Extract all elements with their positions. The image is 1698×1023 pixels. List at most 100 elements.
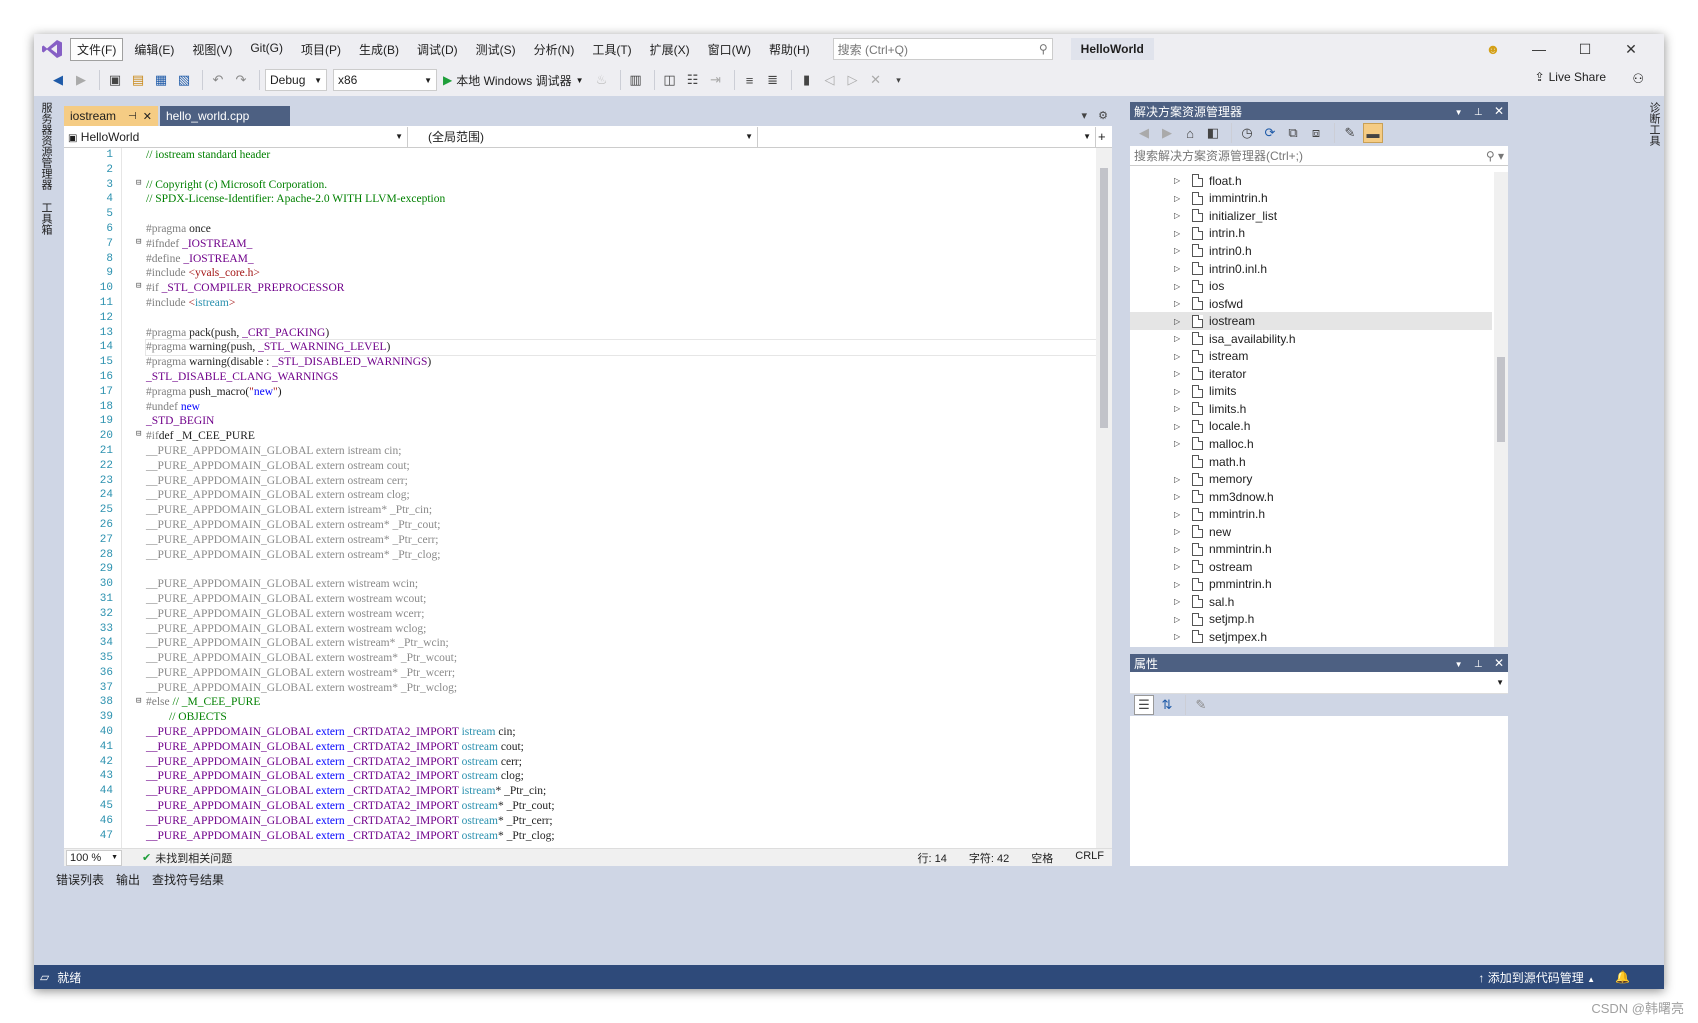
code-line[interactable]: #pragma push_macro("new")	[146, 385, 1106, 400]
diagnostic-tools-tab[interactable]: 诊断工具	[1642, 96, 1664, 152]
expand-triangle-icon[interactable]: ▷	[1174, 475, 1184, 484]
fold-toggle-icon[interactable]: ⊟	[136, 178, 141, 188]
server-explorer-tab[interactable]: 服务器资源管理器	[34, 96, 58, 196]
fold-toggle-icon[interactable]: ⊟	[136, 696, 141, 706]
next-bookmark-icon[interactable]: ▷	[843, 70, 863, 90]
code-line[interactable]: // Copyright (c) Microsoft Corporation.	[146, 178, 1106, 193]
tree-scrollbar[interactable]	[1494, 172, 1508, 647]
forward-icon[interactable]: ▶	[1157, 123, 1177, 143]
tree-item[interactable]: ▷ pmmintrin.h	[1130, 576, 1492, 594]
wrench-icon[interactable]: ✎	[1191, 695, 1211, 715]
code-line[interactable]: __PURE_APPDOMAIN_GLOBAL extern _CRTDATA2…	[146, 755, 1106, 770]
expand-triangle-icon[interactable]: ▷	[1174, 299, 1184, 308]
account-icon[interactable]: ⚇	[1632, 71, 1644, 87]
expand-triangle-icon[interactable]: ▷	[1174, 580, 1184, 589]
menu-item[interactable]: 项目(P)	[294, 38, 348, 61]
hot-reload-icon[interactable]: ♨	[592, 70, 612, 90]
history-icon[interactable]: ◷	[1237, 123, 1257, 143]
scrollbar-thumb[interactable]	[1497, 357, 1505, 442]
close-icon[interactable]: ✕	[1494, 104, 1504, 118]
collapse-all-icon[interactable]: ⧉	[1283, 123, 1303, 143]
expand-triangle-icon[interactable]: ▷	[1174, 492, 1184, 501]
vertical-scrollbar[interactable]	[1096, 148, 1112, 848]
alphabetical-icon[interactable]: ⇅	[1157, 695, 1177, 715]
code-line[interactable]: __PURE_APPDOMAIN_GLOBAL extern ostream c…	[146, 459, 1106, 474]
toolbar-options-icon[interactable]: ▾	[889, 70, 909, 90]
expand-triangle-icon[interactable]: ▷	[1174, 246, 1184, 255]
start-debugging-button[interactable]: ▶ 本地 Windows 调试器 ▼	[443, 72, 584, 89]
tree-item[interactable]: ▷ iterator	[1130, 365, 1492, 383]
menu-item[interactable]: 调试(D)	[410, 38, 465, 61]
new-project-icon[interactable]: ▣	[105, 70, 125, 90]
pin-icon[interactable]: ⊣	[128, 111, 137, 122]
member-select[interactable]: ▼	[758, 126, 1096, 147]
code-line[interactable]: #pragma warning(push, _STL_WARNING_LEVEL…	[145, 339, 1107, 357]
code-line[interactable]: #if _STL_COMPILER_PREPROCESSOR	[146, 281, 1106, 296]
tree-item[interactable]: ▷ immintrin.h	[1130, 190, 1492, 208]
tab-hello-world-cpp[interactable]: hello_world.cpp	[159, 106, 290, 126]
code-line[interactable]: __PURE_APPDOMAIN_GLOBAL extern istream* …	[146, 503, 1106, 518]
tree-item[interactable]: ▷ new	[1130, 523, 1492, 541]
code-line[interactable]: #ifndef _IOSTREAM_	[146, 237, 1106, 252]
code-line[interactable]: #pragma once	[146, 222, 1106, 237]
code-line[interactable]: // SPDX-License-Identifier: Apache-2.0 W…	[146, 192, 1106, 207]
zoom-select[interactable]: 100 % ▼	[66, 849, 122, 866]
redo-icon[interactable]: ↷	[231, 70, 251, 90]
tree-item[interactable]: ▷ ostream	[1130, 558, 1492, 576]
tree-item[interactable]: ▷ limits	[1130, 383, 1492, 401]
expand-triangle-icon[interactable]: ▷	[1174, 264, 1184, 273]
save-all-icon[interactable]: ▧	[174, 70, 194, 90]
chevron-down-icon[interactable]: ▼	[1455, 660, 1463, 669]
tree-item[interactable]: ▷ memory	[1130, 470, 1492, 488]
code-line[interactable]: #else // _M_CEE_PURE	[146, 695, 1106, 710]
code-line[interactable]: __PURE_APPDOMAIN_GLOBAL extern istream c…	[146, 444, 1106, 459]
object-select[interactable]: ▼	[1130, 672, 1508, 694]
code-line[interactable]	[146, 562, 1106, 577]
expand-triangle-icon[interactable]: ▷	[1174, 404, 1184, 413]
code-line[interactable]: // OBJECTS	[146, 710, 1106, 725]
tree-item[interactable]: ▷ iosfwd	[1130, 295, 1492, 313]
save-icon[interactable]: ▦	[151, 70, 171, 90]
expand-triangle-icon[interactable]: ▷	[1174, 317, 1184, 326]
close-icon[interactable]: ✕	[1494, 656, 1504, 670]
code-line[interactable]: __PURE_APPDOMAIN_GLOBAL extern _CRTDATA2…	[146, 814, 1106, 829]
menu-item[interactable]: 扩展(X)	[643, 38, 697, 61]
line-indicator[interactable]: 行: 14	[918, 850, 947, 866]
menu-item[interactable]: 分析(N)	[527, 38, 582, 61]
code-line[interactable]: _STL_DISABLE_CLANG_WARNINGS	[146, 370, 1106, 385]
solution-search-input[interactable]: 搜索解决方案资源管理器(Ctrl+;) ⚲ ▾	[1130, 146, 1508, 166]
code-line[interactable]: __PURE_APPDOMAIN_GLOBAL extern ostream* …	[146, 548, 1106, 563]
chevron-down-icon[interactable]: ▼	[1455, 108, 1463, 117]
back-icon[interactable]: ◀	[1134, 123, 1154, 143]
tree-item[interactable]: ▷ locale.h	[1130, 418, 1492, 436]
fold-toggle-icon[interactable]: ⊟	[136, 429, 141, 439]
expand-triangle-icon[interactable]: ▷	[1174, 527, 1184, 536]
code-line[interactable]: __PURE_APPDOMAIN_GLOBAL extern ostream* …	[146, 533, 1106, 548]
global-scope-select[interactable]: (全局范围) ▼	[408, 126, 758, 147]
expand-triangle-icon[interactable]: ▷	[1174, 510, 1184, 519]
tree-item[interactable]: math.h	[1130, 453, 1492, 471]
tab-iostream[interactable]: iostream ⊣ ✕	[64, 106, 158, 126]
code-line[interactable]: __PURE_APPDOMAIN_GLOBAL extern wostream …	[146, 592, 1106, 607]
open-file-icon[interactable]: ▤	[128, 70, 148, 90]
find-in-files-icon[interactable]: ▥	[626, 70, 646, 90]
gear-icon[interactable]: ⚙	[1098, 110, 1108, 122]
expand-triangle-icon[interactable]: ▷	[1174, 562, 1184, 571]
code-line[interactable]: #define _IOSTREAM_	[146, 252, 1106, 267]
forward-icon[interactable]: ▶	[71, 70, 91, 90]
menu-item[interactable]: 帮助(H)	[762, 38, 817, 61]
code-line[interactable]: __PURE_APPDOMAIN_GLOBAL extern wostream*…	[146, 651, 1106, 666]
search-input[interactable]: 搜索 (Ctrl+Q) ⚲	[832, 38, 1053, 60]
code-line[interactable]	[146, 207, 1106, 222]
toolbox-tab[interactable]: 工具箱	[34, 196, 58, 241]
line-ending-indicator[interactable]: CRLF	[1075, 850, 1104, 866]
tree-item[interactable]: ▷ limits.h	[1130, 400, 1492, 418]
code-line[interactable]	[146, 163, 1106, 178]
code-line[interactable]: __PURE_APPDOMAIN_GLOBAL extern _CRTDATA2…	[146, 725, 1106, 740]
home-icon[interactable]: ⌂	[1180, 123, 1200, 143]
issues-indicator[interactable]: ✔ 未找到相关问题	[142, 850, 232, 866]
code-line[interactable]: __PURE_APPDOMAIN_GLOBAL extern _CRTDATA2…	[146, 799, 1106, 814]
tab-output[interactable]: 输出	[116, 871, 140, 888]
whitespace-indicator[interactable]: 空格	[1031, 850, 1053, 866]
menu-item[interactable]: 测试(S)	[469, 38, 523, 61]
